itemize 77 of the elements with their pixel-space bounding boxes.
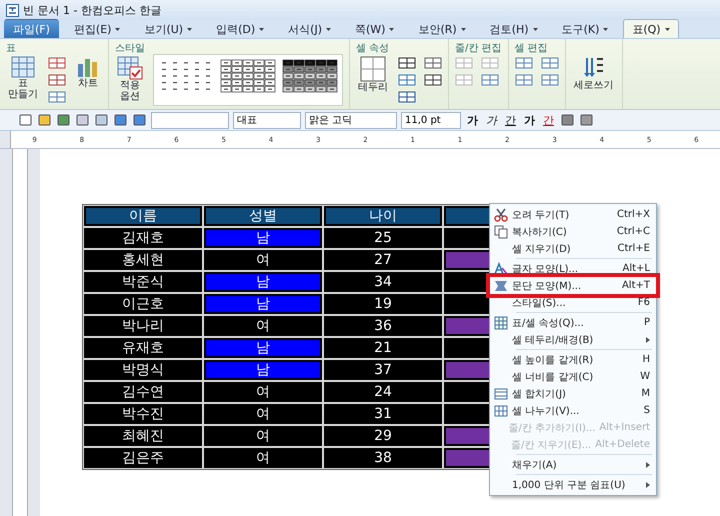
table-cell: 남 [206,362,320,378]
header-cell: 이름 [86,208,200,224]
caret-icon[interactable] [187,28,192,30]
bar-chart-icon [76,56,100,78]
menu-item[interactable]: 셀 높이를 같게(R) H [490,351,656,368]
menu-item[interactable]: 오려 두기(T) Ctrl+X [490,206,656,223]
style-field[interactable]: 대표 [233,112,301,128]
ribbon-button[interactable]: 적용 옵션 [115,54,145,104]
submenu-arrow-icon [646,482,650,488]
group-title: 스타일 [115,42,146,54]
border-icon [360,56,386,82]
font-icon [494,262,508,276]
ribbon-button[interactable]: 표 만들기 [6,54,40,102]
format-button[interactable]: 간 [503,112,518,128]
menu-tab[interactable]: 검토(H) [480,19,547,38]
format-button[interactable]: 가 [465,112,480,128]
menu-item[interactable]: 글자 모양(L)... Alt+L [490,260,656,277]
caret-icon[interactable] [460,28,466,30]
caret-icon[interactable] [389,28,394,30]
table-check-icon [117,56,143,80]
app-logo-icon [6,4,19,16]
caret-icon[interactable] [664,28,670,30]
menu-item[interactable]: 셀 나누기(V)... S [490,402,656,419]
header-cell: 나이 [326,208,440,224]
menu-tab[interactable]: 보안(R) [409,19,475,38]
menu-item[interactable]: 셀 테두리/배경(B) [490,331,656,348]
menu-item[interactable]: 1,000 단위 구분 쉼표(U) [490,476,656,493]
scissors-icon [494,208,508,222]
group-title: 셀 편집 [514,42,549,54]
menu-item[interactable]: 셀 지우기(D) Ctrl+E [490,240,656,257]
table-cell: 남 [206,230,320,246]
group-title: 줄/칸 편집 [455,42,502,54]
group-title: 셀 속성 [356,42,390,54]
caret-icon[interactable] [326,28,331,30]
menu-tab[interactable]: 서식(J) [279,19,340,38]
window-title: 빈 문서 1 - 한컴오피스 한글 [23,2,162,18]
format-button[interactable]: 가 [484,112,499,128]
menu-tab[interactable]: 도구(K) [552,19,618,38]
font-field[interactable]: 맑은 고딕 [305,112,397,128]
table-style-icon[interactable] [282,59,338,93]
menu-tab[interactable]: 편집(E) [64,19,130,38]
submenu-arrow-icon [646,462,650,468]
caret-icon[interactable] [603,28,608,30]
ribbon-button[interactable]: 차트 [74,54,102,91]
menu-item[interactable]: 셀 합치기(J) M [490,385,656,402]
format-button[interactable]: 가 [522,112,537,128]
ribbon-button[interactable]: 세로쓰기 [572,54,616,93]
table-cell: 남 [206,340,320,356]
submenu-arrow-icon [646,336,650,342]
paragraph-icon [494,278,508,292]
copy-icon [494,224,508,238]
table-icon [494,316,508,330]
table-style-gallery[interactable] [153,54,343,106]
caret-icon[interactable] [115,28,120,30]
header-cell: 성별 [206,208,320,224]
table-icon [11,56,35,78]
caret-icon[interactable] [532,28,538,30]
table-style-icon[interactable] [220,59,276,93]
file-menu-button[interactable]: 파일(F) [4,19,59,38]
table-cell: 남 [206,274,320,290]
menu-tab[interactable]: 쪽(W) [346,19,404,38]
format-button[interactable]: 간 [541,112,556,128]
menu-item[interactable]: 채우기(A) [490,456,656,473]
menu-item[interactable]: 셀 너비를 같게(C) W [490,368,656,385]
menu-item[interactable]: 문단 모양(M)... Alt+T [490,277,656,294]
font-size-field[interactable]: 11,0 pt [401,112,461,128]
ribbon-button[interactable]: 테두리 [356,54,390,95]
group-title: 표 [6,42,17,54]
dropdown-field[interactable] [151,112,229,128]
menu-tab[interactable]: 입력(D) [207,19,274,38]
caret-icon[interactable] [259,28,264,30]
menu-item[interactable]: 스타일(S)... F6 [490,294,656,311]
menu-tab[interactable]: 보기(U) [135,19,202,38]
table-cell: 남 [206,296,320,312]
menu-item[interactable]: 복사하기(C) Ctrl+C [490,223,656,240]
menu-item[interactable]: 표/셀 속성(Q)... P [490,314,656,331]
menu-tab[interactable]: 표(Q) [623,19,679,38]
